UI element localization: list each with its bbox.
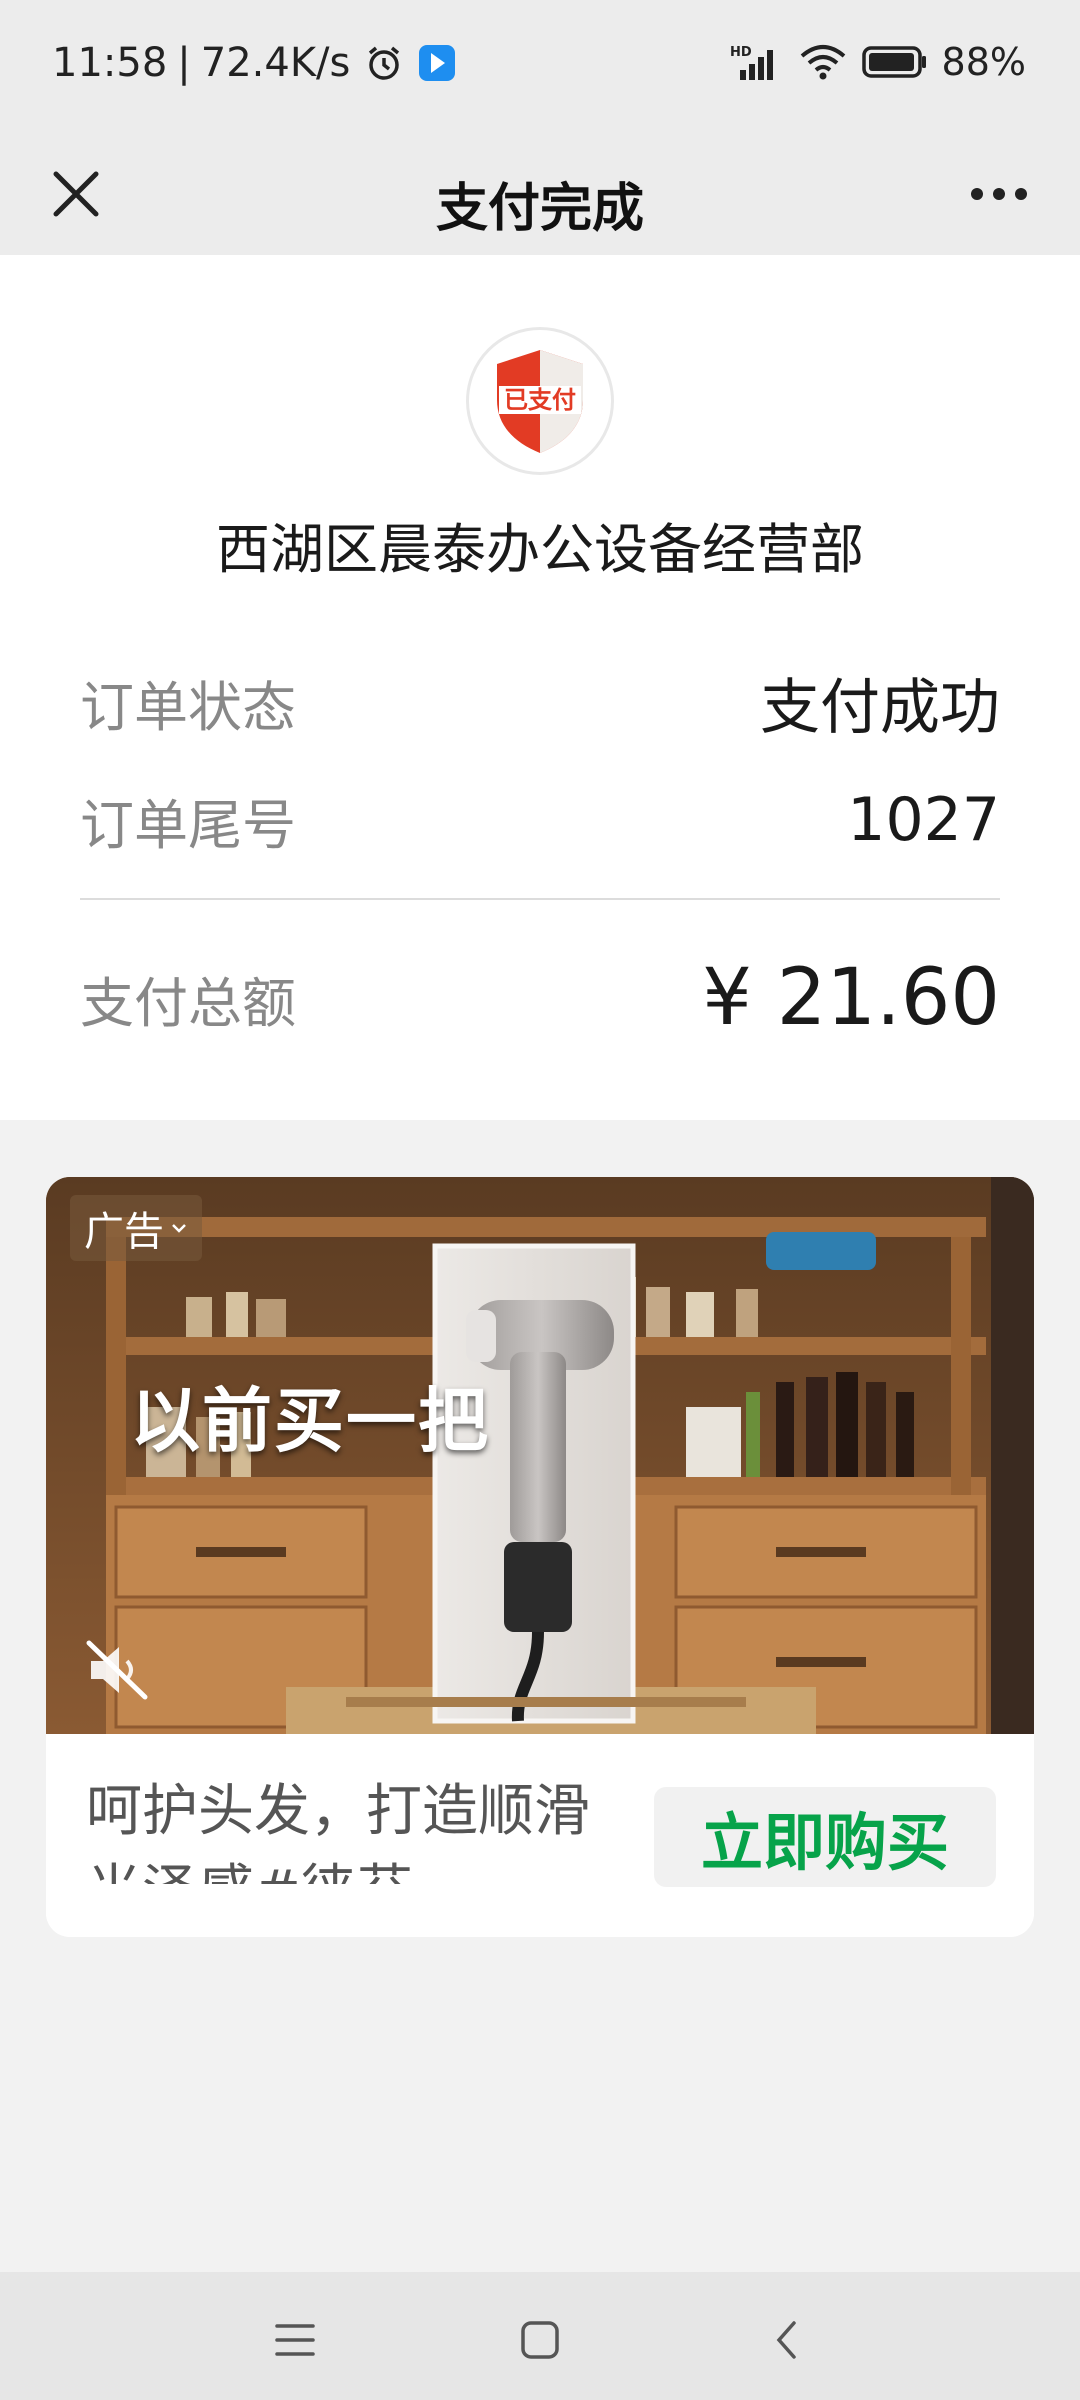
divider xyxy=(80,898,1000,900)
paid-badge: 已支付 xyxy=(466,327,614,475)
ad-headline: 以前买一把 xyxy=(130,1380,490,1462)
total-amount-label: 支付总额 xyxy=(80,971,296,1035)
order-tail-value: 1027 xyxy=(847,785,1000,855)
menu-icon xyxy=(275,2324,315,2356)
ad-footer: 呵护头发，打造顺滑光泽感#徕芬 立即购买 xyxy=(46,1734,1034,1937)
paid-shield-icon: 已支付 xyxy=(497,350,583,453)
wifi-icon xyxy=(798,42,848,82)
order-status-value: 支付成功 xyxy=(760,672,1000,743)
status-separator: | xyxy=(177,40,191,86)
back-icon xyxy=(776,2321,796,2359)
order-status-row: 订单状态 支付成功 xyxy=(80,667,1000,743)
ad-description: 呵护头发，打造顺滑光泽感#徕芬 xyxy=(86,1779,590,1884)
status-left: 11:58 | 72.4K/s xyxy=(52,40,456,86)
status-right: HD 88% xyxy=(716,40,1026,84)
more-button[interactable] xyxy=(954,154,1044,234)
ad-tag[interactable]: 广告 xyxy=(70,1195,202,1261)
buy-now-button[interactable]: 立即购买 xyxy=(654,1787,996,1887)
battery-icon xyxy=(861,45,928,79)
order-tail-row: 订单尾号 1027 xyxy=(80,785,1000,857)
home-button[interactable] xyxy=(505,2310,575,2370)
signal-icon: HD xyxy=(730,42,784,82)
status-network-speed: 72.4K/s xyxy=(200,40,351,86)
signal-hd-label: HD xyxy=(730,45,752,60)
order-status-label: 订单状态 xyxy=(80,675,296,739)
nav-bar: 支付完成 xyxy=(0,130,1080,255)
total-amount-row: 支付总额 ¥ 21.60 xyxy=(80,948,1000,1048)
menu-button[interactable] xyxy=(260,2310,330,2370)
app-notification-icon xyxy=(418,44,456,82)
payment-result-card: 已支付 西湖区晨泰办公设备经营部 订单状态 支付成功 订单尾号 1027 支付总… xyxy=(0,255,1080,1120)
merchant-name: 西湖区晨泰办公设备经营部 xyxy=(216,518,864,581)
ad-video[interactable]: 广告 以前买一把 xyxy=(46,1177,1034,1734)
home-icon xyxy=(521,2321,559,2359)
system-nav-bar xyxy=(0,2272,1080,2400)
battery-percent: 88% xyxy=(941,40,1026,84)
alarm-icon xyxy=(364,43,404,83)
order-tail-label: 订单尾号 xyxy=(80,793,296,857)
chevron-down-icon xyxy=(170,1221,188,1235)
more-icon xyxy=(971,188,1027,200)
mute-button[interactable] xyxy=(78,1630,158,1710)
ad-card[interactable]: 广告 以前买一把 呵护头发，打造顺滑光泽感#徕芬 立即购买 xyxy=(46,1177,1034,1937)
back-button[interactable] xyxy=(752,2310,822,2370)
status-bar: 11:58 | 72.4K/s HD 88% xyxy=(0,0,1080,130)
ad-tag-label: 广告 xyxy=(84,1209,164,1255)
muted-speaker-icon xyxy=(86,1640,148,1700)
page-title: 支付完成 xyxy=(435,179,644,239)
status-time: 11:58 xyxy=(52,40,168,86)
total-amount-value: ¥ 21.60 xyxy=(702,953,1000,1043)
paid-badge-text: 已支付 xyxy=(504,386,576,414)
